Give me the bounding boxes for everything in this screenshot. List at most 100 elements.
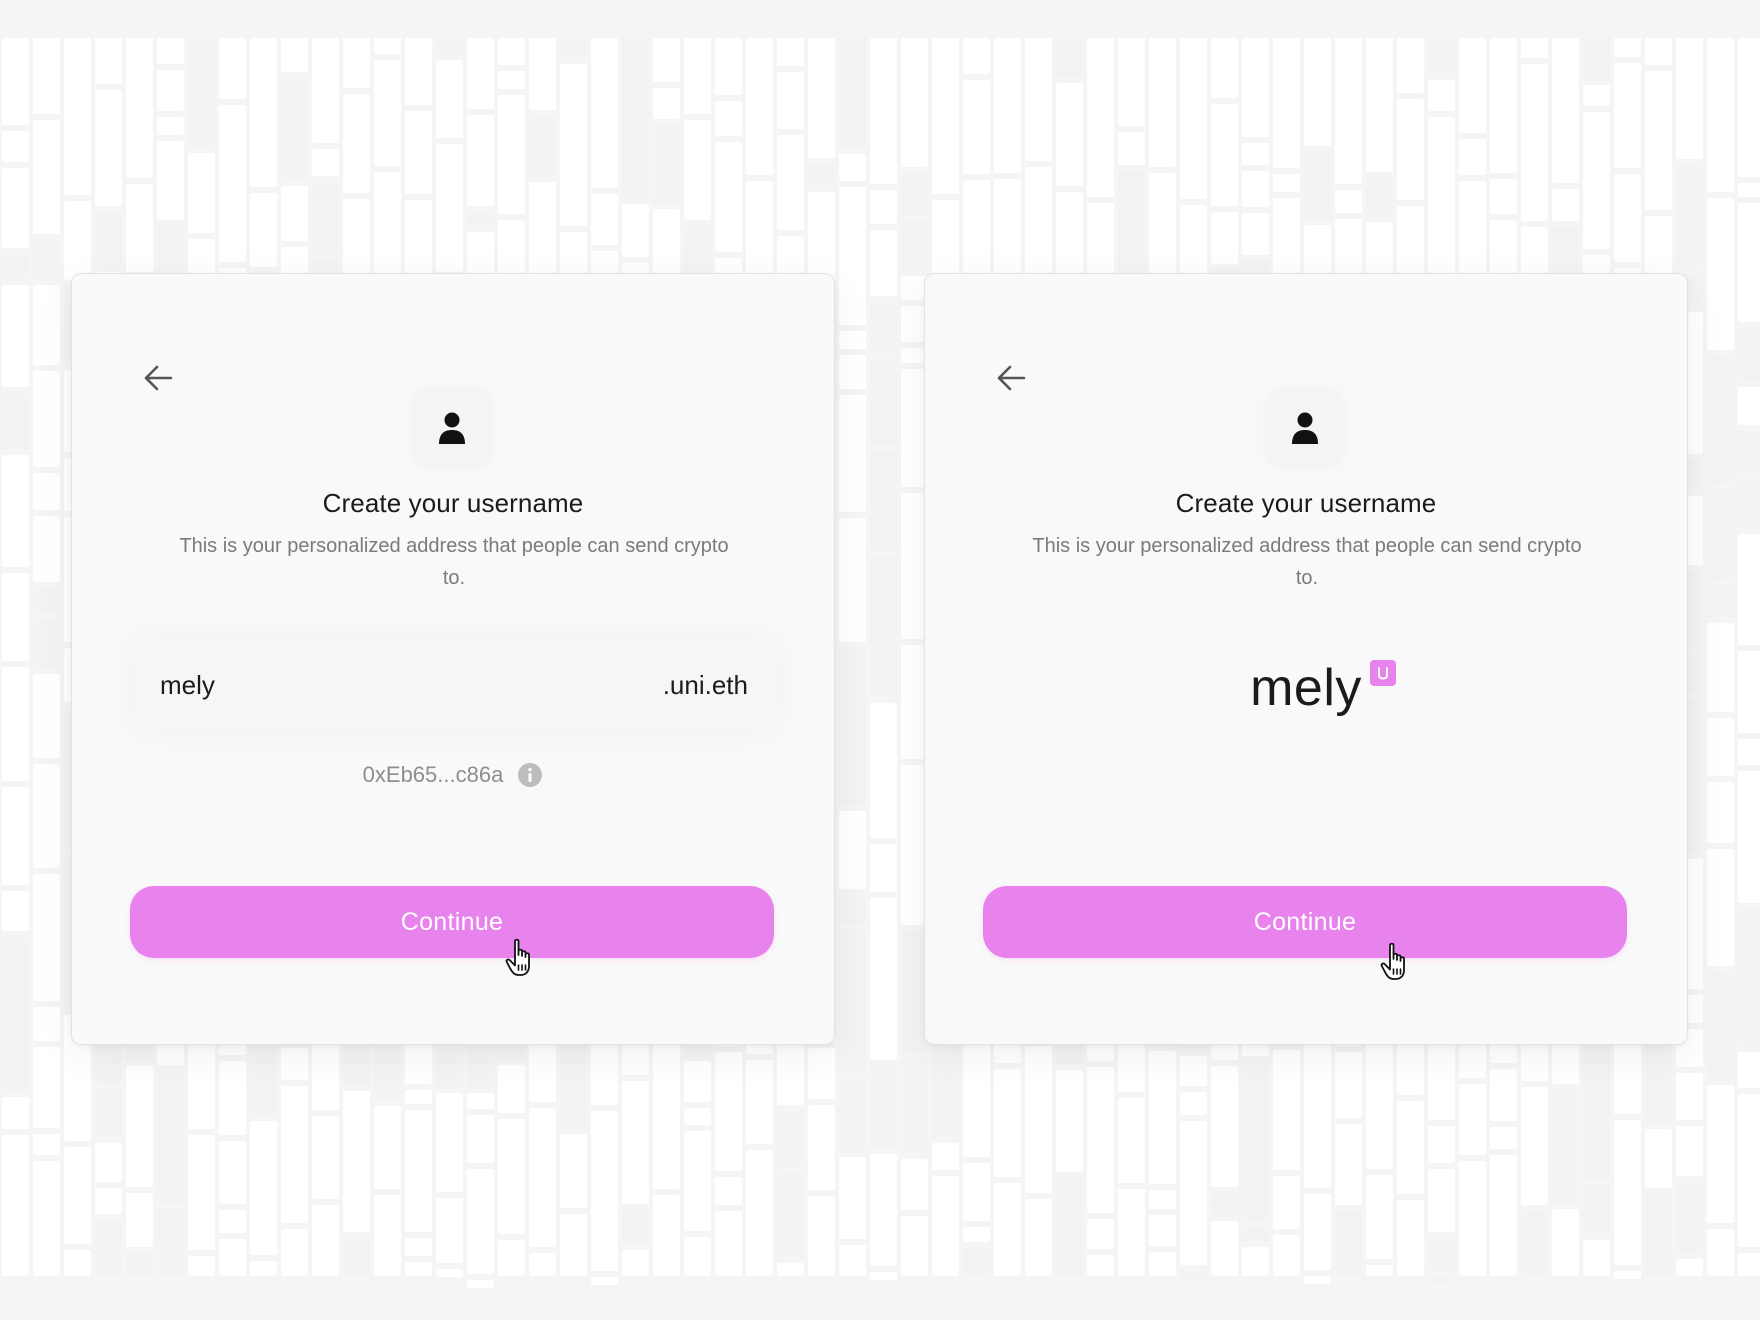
background-stripe	[1707, 585, 1734, 617]
background-stripe	[1676, 1182, 1703, 1253]
back-button[interactable]	[138, 358, 178, 398]
continue-button[interactable]: Continue	[983, 886, 1627, 958]
background-stripe	[33, 285, 60, 365]
background-stripe	[932, 1143, 959, 1170]
background-stripe	[1428, 1238, 1455, 1270]
background-stripe	[560, 38, 587, 58]
username-input-card: Create your username This is your person…	[71, 273, 835, 1045]
background-stripe	[1676, 38, 1703, 159]
background-stripe	[808, 38, 835, 158]
background-stripe	[436, 38, 463, 54]
background-stripe	[901, 1159, 928, 1210]
background-stripe	[1738, 534, 1760, 645]
info-icon[interactable]	[517, 762, 543, 788]
background-stripe	[1707, 356, 1734, 483]
background-stripe	[467, 212, 494, 226]
background-stripe	[95, 1220, 122, 1276]
background-stripe	[870, 898, 897, 1060]
background-stripe	[994, 1183, 1021, 1276]
wallet-address-row: 0xEb65...c86a	[72, 760, 834, 790]
continue-button[interactable]: Continue	[130, 886, 774, 958]
background-stripe	[777, 38, 804, 66]
background-stripe	[1521, 1211, 1548, 1276]
background-stripe	[870, 1272, 897, 1280]
background-stripe	[64, 1250, 91, 1276]
background-stripe	[95, 90, 122, 206]
background-stripe	[157, 141, 184, 220]
background-stripe	[33, 1134, 60, 1155]
background-stripe	[1738, 480, 1760, 528]
background-stripe	[281, 1086, 308, 1223]
background-stripe	[219, 1239, 246, 1276]
background-stripe	[498, 1240, 525, 1276]
background-stripe	[250, 193, 277, 267]
domain-suffix: .uni.eth	[662, 669, 748, 700]
background-stripe	[1056, 38, 1083, 77]
background-stripe	[95, 212, 122, 266]
background-stripe	[746, 1060, 773, 1144]
background-stripe	[95, 1188, 122, 1214]
background-stripe	[281, 1229, 308, 1276]
background-stripe	[1614, 174, 1641, 262]
background-stripe	[33, 588, 60, 613]
username-input-value[interactable]: mely	[160, 670, 215, 701]
background-stripe	[374, 60, 401, 166]
background-stripe	[839, 38, 866, 148]
background-stripe	[1428, 117, 1455, 275]
background-stripe	[560, 1134, 587, 1208]
background-stripe	[1273, 38, 1300, 168]
background-stripe	[2, 455, 29, 567]
background-stripe	[839, 187, 866, 325]
background-stripe	[1521, 64, 1548, 221]
background-stripe	[312, 182, 339, 252]
background-stripe	[33, 874, 60, 1001]
background-stripe	[1335, 38, 1362, 184]
background-stripe	[1738, 1253, 1760, 1276]
background-stripe	[715, 1177, 742, 1205]
background-stripe	[1366, 1175, 1393, 1259]
background-stripe	[1707, 489, 1734, 579]
background-stripe	[1521, 38, 1548, 58]
background-stripe	[1459, 139, 1486, 175]
background-stripe	[560, 64, 587, 226]
background-stripe	[839, 1245, 866, 1276]
background-stripe	[1118, 1189, 1145, 1276]
background-stripe	[808, 1048, 835, 1099]
page-subtitle: This is your personalized address that p…	[1032, 535, 1582, 589]
background-stripe	[1397, 99, 1424, 200]
back-button[interactable]	[991, 358, 1031, 398]
background-stripe	[2, 393, 29, 449]
avatar	[1265, 388, 1345, 468]
background-stripe	[2, 1097, 29, 1129]
background-stripe	[1583, 1185, 1610, 1234]
background-stripe	[1459, 1084, 1486, 1155]
background-stripe	[1304, 38, 1331, 146]
background-stripe	[1738, 771, 1760, 903]
background-stripe	[1335, 1052, 1362, 1118]
background-stripe	[1149, 1190, 1176, 1209]
background-stripe	[1707, 623, 1734, 712]
background-stripe	[436, 1048, 463, 1087]
background-stripe	[1707, 849, 1734, 966]
background-stripe	[870, 360, 897, 445]
background-stripe	[684, 120, 711, 220]
background-stripe	[1397, 38, 1424, 93]
background-stripe	[591, 1111, 618, 1271]
background-stripe	[1707, 1085, 1734, 1223]
background-stripe	[901, 1216, 928, 1276]
background-stripe	[250, 1044, 277, 1115]
background-stripe	[343, 94, 370, 193]
background-stripe	[1490, 1045, 1517, 1063]
background-stripe	[374, 172, 401, 280]
background-stripe	[1180, 1271, 1207, 1279]
username-display: mely	[1250, 658, 1396, 718]
background-stripe	[1645, 1129, 1672, 1188]
background-stripe	[33, 1007, 60, 1041]
background-stripe	[405, 1238, 432, 1256]
background-stripe	[870, 844, 897, 892]
background-stripe	[653, 38, 680, 82]
background-stripe	[436, 144, 463, 272]
background-stripe	[1614, 63, 1641, 168]
background-stripe	[1707, 972, 1734, 1079]
username-input[interactable]: mely .uni.eth	[130, 635, 778, 735]
